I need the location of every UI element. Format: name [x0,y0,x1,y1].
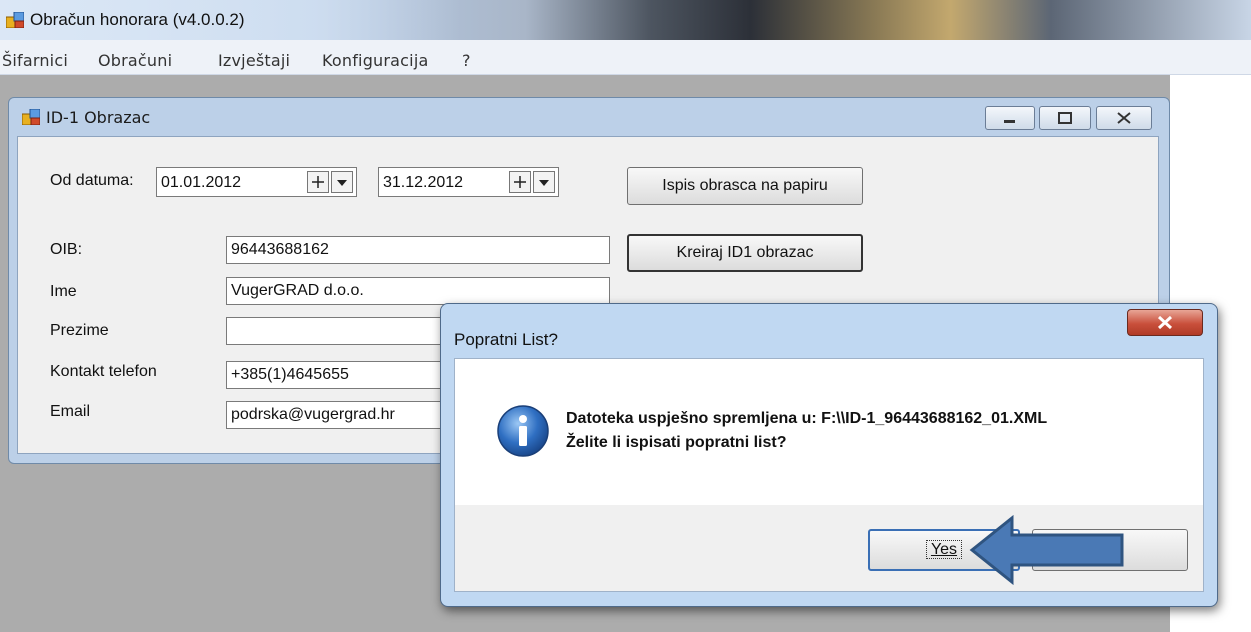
date-to-picker[interactable]: 31.12.2012 [378,167,559,197]
date-to-spinner[interactable] [509,171,531,193]
child-close-button[interactable] [1096,106,1152,130]
date-from-label: Od datuma: [50,172,134,189]
spinner-icon [514,176,526,188]
minimize-button[interactable] [985,106,1035,130]
oib-label: OIB: [50,241,83,258]
minimize-icon [1004,120,1015,123]
prezime-label: Prezime [50,322,109,339]
spinner-icon [312,176,324,188]
menu-sifarnici[interactable]: Šifarnici [2,51,68,70]
create-id1-button[interactable]: Kreiraj ID1 obrazac [627,234,863,272]
menu-obracuni[interactable]: Obračuni [98,51,172,70]
app-title: Obračun honorara (v4.0.0.2) [30,10,245,29]
yes-button-label: Yes [925,540,963,559]
child-window-icon [22,109,40,125]
app-title-bar: Obračun honorara (v4.0.0.2) [0,0,1251,40]
dialog-body [454,358,1204,506]
info-icon [497,405,549,457]
ime-field[interactable]: VugerGRAD d.o.o. [226,277,610,305]
maximize-button[interactable] [1039,106,1091,130]
restore-icon [1058,112,1072,124]
chevron-down-icon [337,180,347,186]
oib-field[interactable]: 96443688162 [226,236,610,264]
email-label: Email [50,403,91,420]
close-icon [1157,315,1173,330]
app-icon [6,12,24,28]
close-icon [1117,112,1131,124]
menu-konfiguracija[interactable]: Konfiguracija [322,51,428,70]
dialog-message-line1: Datoteka uspješno spremljena u: F:\\ID-1… [566,410,1048,427]
chevron-down-icon [539,180,549,186]
menu-help[interactable]: ? [462,51,471,70]
child-window-title: ID-1 Obrazac [46,108,151,127]
date-from-value: 01.01.2012 [161,174,242,191]
dialog-title: Popratni List? [454,330,558,349]
date-from-dropdown[interactable] [331,171,353,193]
ime-label: Ime [50,283,77,300]
menu-izvjestaji[interactable]: Izvještaji [218,51,290,70]
date-to-dropdown[interactable] [533,171,555,193]
date-from-spinner[interactable] [307,171,329,193]
menu-bar: Šifarnici Obračuni Izvještaji Konfigurac… [0,40,1251,75]
telefon-label: Kontakt telefon [50,363,157,380]
dialog-message-line2: Želite li ispisati popratni list? [566,434,787,451]
print-form-button[interactable]: Ispis obrasca na papiru [627,167,863,205]
dialog-close-button[interactable] [1127,309,1203,336]
annotation-arrow-icon [969,515,1124,585]
date-to-value: 31.12.2012 [383,174,464,191]
